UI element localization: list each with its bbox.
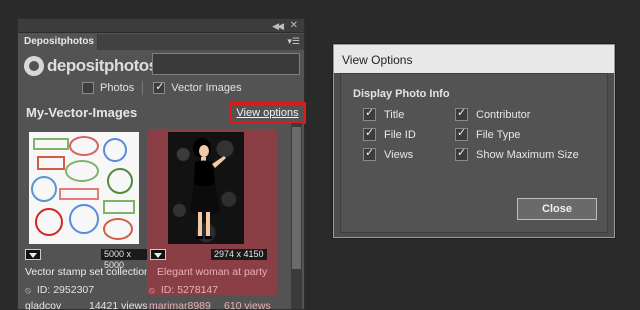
stamp-graphic	[69, 204, 99, 234]
option-file-type[interactable]: File Type	[455, 126, 521, 141]
option-views-label: Views	[384, 148, 414, 161]
depositphotos-panel: ◀◀ ✕ Depositphotos ▾☰ depositphotos Phot…	[17, 18, 306, 310]
stamp-graphic	[103, 138, 127, 162]
filter-row: Photos Vector Images	[82, 80, 242, 95]
card-title: Vector stamp set collection	[25, 266, 150, 278]
filter-vector-images[interactable]: Vector Images	[153, 80, 242, 94]
woman-figure-graphic	[190, 138, 226, 239]
display-photo-info-label: Display Photo Info	[353, 88, 450, 100]
scroll-thumb[interactable]	[292, 127, 301, 269]
card-author[interactable]: marimar8989	[149, 300, 211, 310]
thumbnail-menu-icon[interactable]	[150, 249, 166, 260]
option-views[interactable]: Views	[363, 146, 414, 161]
title-checkbox[interactable]	[363, 106, 376, 121]
option-contributor-label: Contributor	[476, 108, 531, 121]
card-author[interactable]: gladcov	[25, 300, 61, 310]
stamp-graphic	[33, 138, 69, 150]
results-scrollbar[interactable]	[291, 123, 302, 309]
option-show-maximum-size[interactable]: Show Maximum Size	[455, 146, 579, 161]
stamp-graphic	[59, 188, 99, 200]
thumbnail-elegant-woman[interactable]	[168, 132, 244, 244]
stamp-graphic	[37, 156, 65, 170]
dialog-body: Display Photo Info Title Contributor Fil…	[340, 73, 608, 233]
views-checkbox[interactable]	[363, 146, 376, 161]
logo-text: depositphotos	[47, 56, 158, 75]
vector-images-checkbox[interactable]	[153, 80, 166, 94]
filter-photos[interactable]: Photos	[82, 82, 134, 94]
file-id-checkbox[interactable]	[363, 126, 376, 141]
depositphotos-logo: depositphotos	[24, 55, 158, 77]
photos-checkbox[interactable]	[82, 82, 94, 94]
option-file-type-label: File Type	[476, 128, 521, 141]
filter-vector-images-label: Vector Images	[171, 82, 242, 94]
section-title: My-Vector-Images	[26, 105, 138, 120]
card-id: ⦸ ID: 2952307	[25, 284, 94, 296]
filter-photos-label: Photos	[100, 82, 135, 94]
thumbnail-menu-icon[interactable]	[25, 249, 41, 260]
stamp-graphic	[65, 160, 99, 182]
option-contributor[interactable]: Contributor	[455, 106, 531, 121]
panel-menu-icon[interactable]: ▾☰	[287, 36, 300, 47]
stamp-graphic	[35, 208, 63, 236]
show-maximum-size-checkbox[interactable]	[455, 146, 468, 161]
collapse-icon[interactable]: ◀◀	[272, 21, 284, 32]
option-title[interactable]: Title	[363, 106, 405, 121]
card-id-text: ID: 2952307	[36, 284, 95, 296]
size-badge: 2974 x 4150	[211, 249, 267, 260]
card-views: 14421 views	[89, 300, 148, 310]
dialog-title: View Options	[334, 45, 614, 73]
stamp-graphic	[103, 218, 133, 240]
result-card-selected[interactable]: 2974 x 4150 Elegant woman at party ⦸ ID:…	[147, 129, 277, 310]
view-options-link[interactable]: View options	[236, 107, 298, 119]
contributor-checkbox[interactable]	[455, 106, 468, 121]
stamp-graphic	[69, 136, 99, 156]
option-file-id-label: File ID	[384, 128, 416, 141]
close-button[interactable]: Close	[517, 198, 597, 220]
logo-mark-icon	[24, 56, 44, 76]
search-input[interactable]	[152, 53, 300, 75]
tab-depositphotos[interactable]: Depositphotos	[18, 34, 98, 50]
card-title: Elegant woman at party	[157, 266, 268, 278]
panel-tab-row: Depositphotos ▾☰	[18, 34, 304, 50]
pin-icon: ⦸	[149, 284, 155, 295]
view-options-highlight: View options	[229, 102, 306, 124]
stamp-graphic	[103, 200, 135, 214]
view-options-dialog: View Options Display Photo Info Title Co…	[333, 44, 615, 238]
card-views: 610 views	[224, 300, 271, 310]
stamp-graphic	[31, 176, 57, 202]
size-badge: 5000 x 5000	[101, 249, 153, 270]
thumbnail-vector-stamps[interactable]	[29, 132, 139, 244]
option-file-id[interactable]: File ID	[363, 126, 416, 141]
panel-title-bar: ◀◀ ✕	[18, 19, 304, 33]
stamp-graphic	[107, 168, 133, 194]
card-id-text: ID: 5278147	[160, 284, 219, 296]
option-show-maximum-size-label: Show Maximum Size	[476, 148, 579, 161]
option-title-label: Title	[384, 108, 405, 121]
result-card[interactable]: 5000 x 5000 Vector stamp set collection …	[23, 129, 153, 310]
card-id: ⦸ ID: 5278147	[149, 284, 218, 296]
close-icon[interactable]: ✕	[290, 20, 298, 31]
file-type-checkbox[interactable]	[455, 126, 468, 141]
pin-icon: ⦸	[25, 284, 31, 295]
filter-divider	[142, 81, 144, 95]
